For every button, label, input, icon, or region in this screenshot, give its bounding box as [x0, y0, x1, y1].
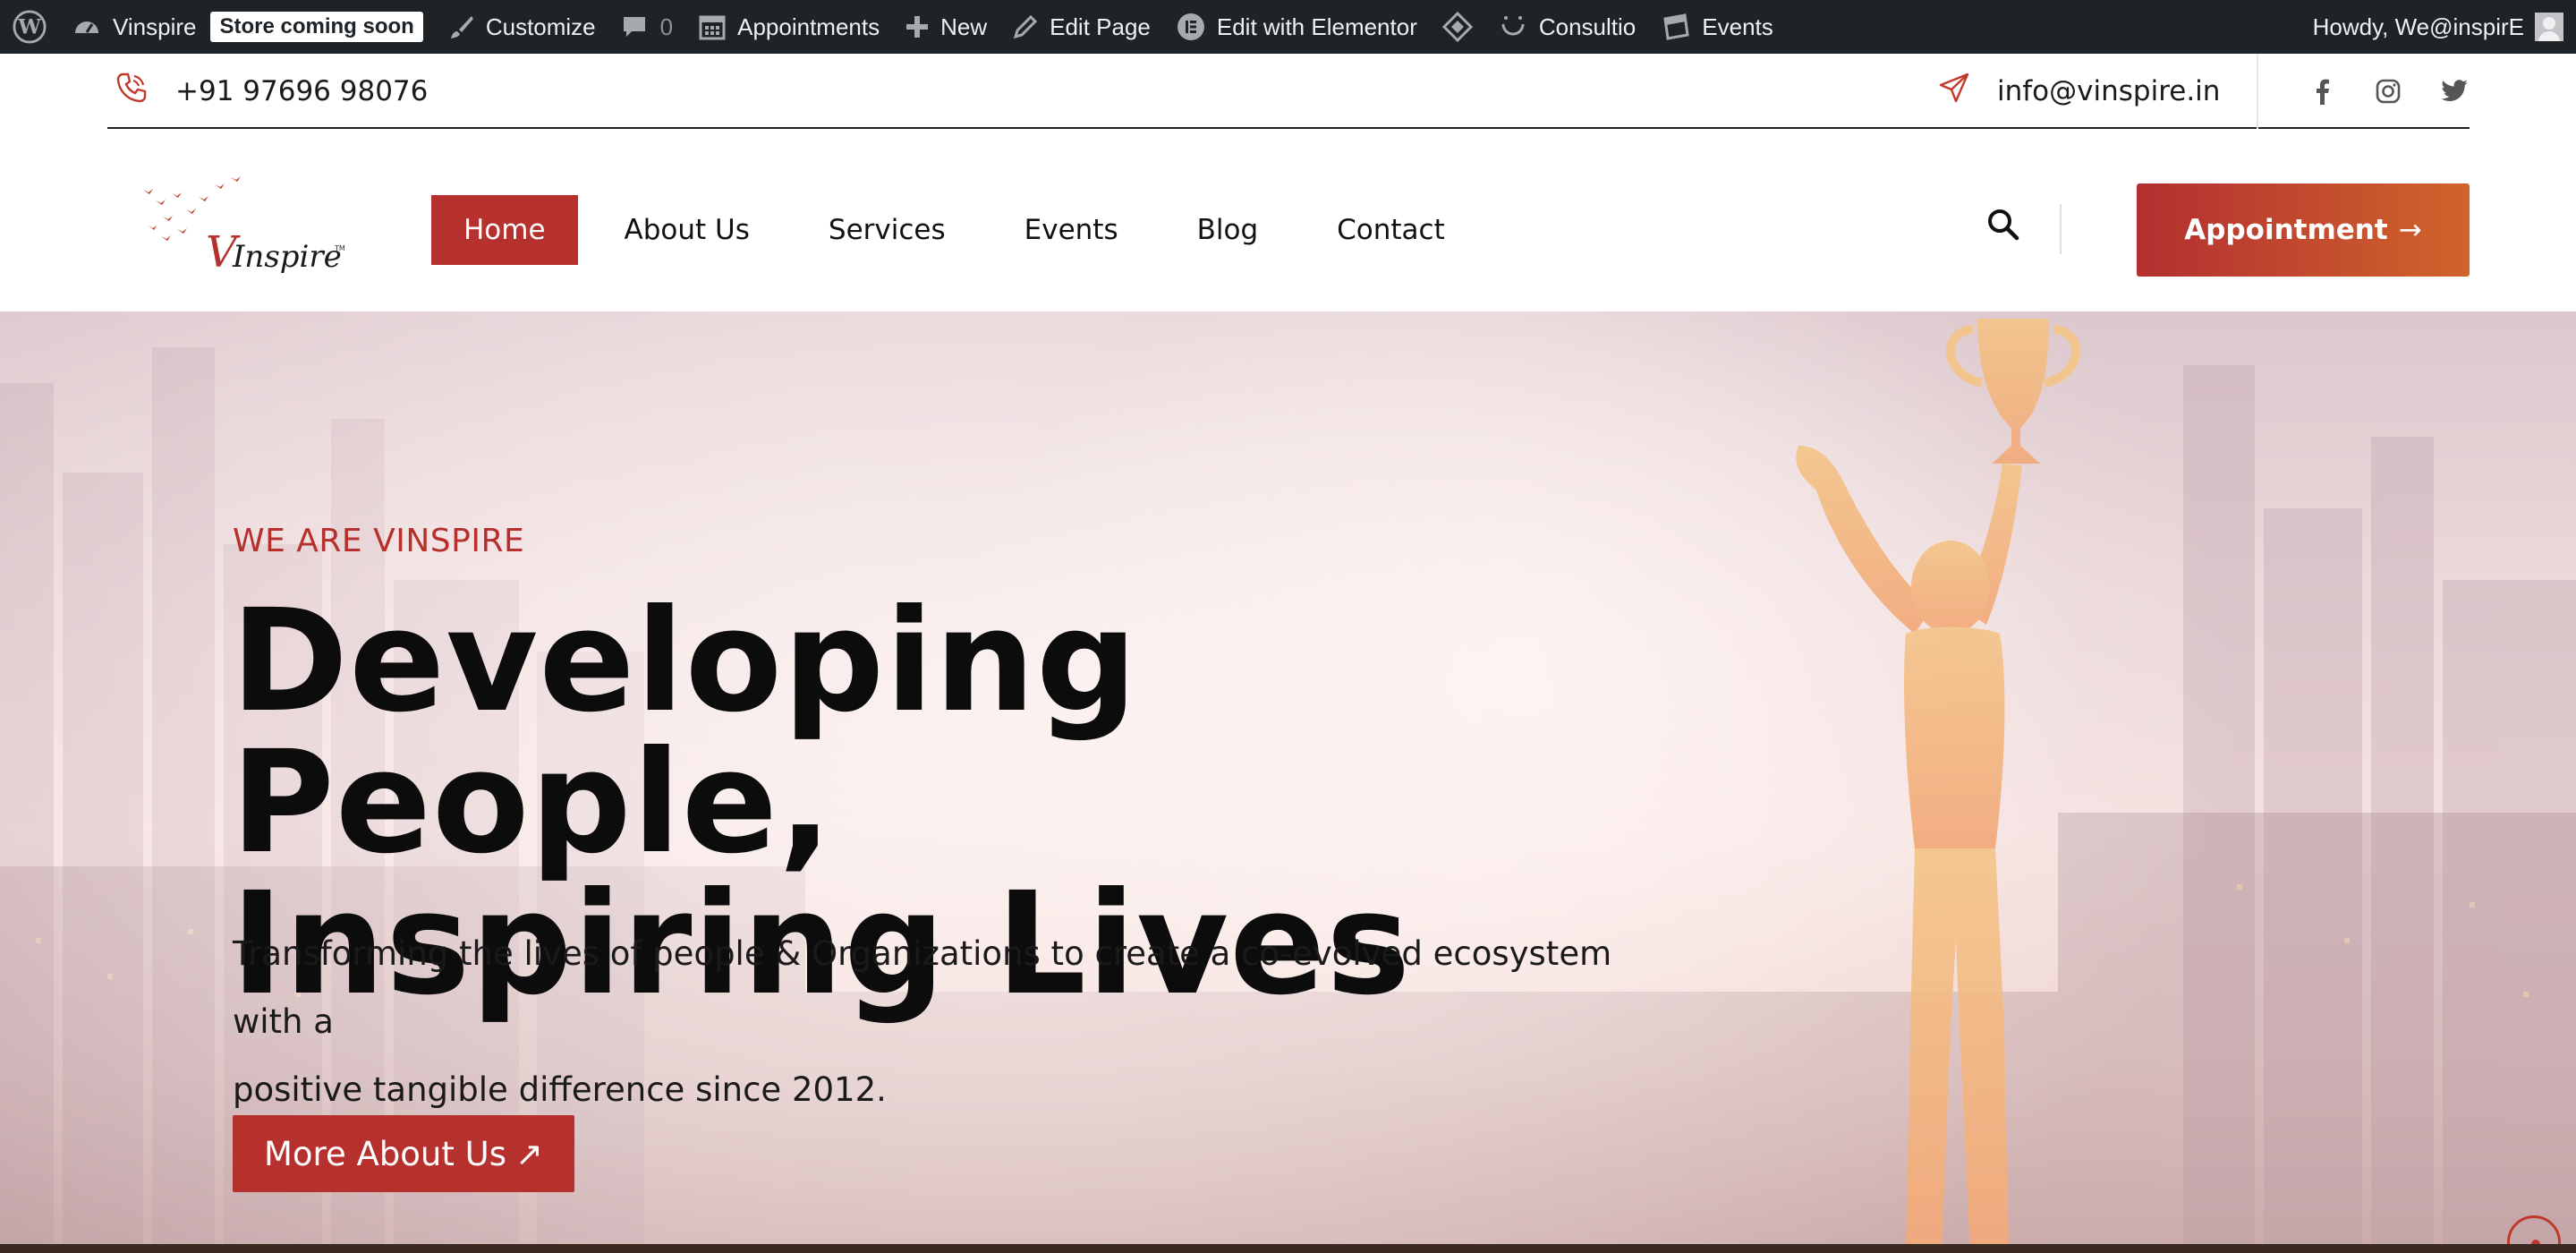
smile-icon [1498, 12, 1528, 42]
hero-eyebrow: WE ARE VINSPIRE [233, 523, 525, 559]
customize-label: Customize [485, 13, 596, 40]
admin-bar: W Vinspire Store coming soon Customize 0… [0, 0, 2576, 54]
appointments-label: Appointments [737, 13, 880, 40]
nav-events[interactable]: Events [992, 195, 1151, 265]
social-links [2271, 54, 2470, 129]
svg-text:W: W [17, 16, 41, 39]
diamond-icon [1441, 12, 1473, 42]
nav-blog[interactable]: Blog [1165, 195, 1291, 265]
nav-home[interactable]: Home [431, 195, 578, 265]
site-logo[interactable]: V Inspire TM [136, 174, 351, 281]
wordpress-icon: W [13, 10, 47, 44]
more-about-us-button[interactable]: More About Us ↗ [233, 1115, 574, 1192]
hero-title-line-1: Developing People, [231, 579, 1139, 885]
top-info-bar: +91 97696 98076 info@vinspire.in [107, 54, 2470, 129]
appointment-button[interactable]: Appointment → [2137, 183, 2470, 277]
nav-contact[interactable]: Contact [1305, 195, 1477, 265]
arrow-right-icon: → [2398, 214, 2422, 246]
trophy-silhouette-image [1796, 319, 2080, 1253]
dashboard-icon [72, 12, 102, 42]
phone-icon [115, 71, 149, 112]
appointments-link[interactable]: Appointments [685, 0, 892, 54]
consultio-menu[interactable]: Consultio [1485, 0, 1648, 54]
events-label: Events [1702, 13, 1773, 40]
edit-with-elementor-link[interactable]: Edit with Elementor [1163, 0, 1430, 54]
header-divider [2060, 204, 2062, 254]
nav-about-us[interactable]: About Us [592, 195, 782, 265]
howdy-text: Howdy, We@inspirE [2312, 13, 2524, 40]
my-account-menu[interactable]: Howdy, We@inspirE [2313, 0, 2563, 54]
email-contact[interactable]: info@vinspire.in [1938, 54, 2220, 129]
email-address: info@vinspire.in [1997, 75, 2221, 107]
arrow-up-right-icon: ↗ [514, 1134, 543, 1173]
edit-page-link[interactable]: Edit Page [999, 0, 1163, 54]
pencil-icon [1012, 13, 1039, 40]
hero-subtitle: Transforming the lives of people & Organ… [233, 920, 1664, 1124]
new-content-menu[interactable]: New [892, 0, 999, 54]
plus-icon [905, 14, 930, 39]
appointment-label: Appointment [2184, 214, 2388, 246]
phone-number: +91 97696 98076 [175, 75, 429, 107]
edit-with-elementor-label: Edit with Elementor [1216, 13, 1417, 40]
comments-link[interactable]: 0 [608, 0, 685, 54]
edit-page-label: Edit Page [1050, 13, 1151, 40]
avatar [2535, 13, 2563, 41]
comments-count: 0 [659, 13, 674, 40]
hero-subtitle-line-2: positive tangible difference since 2012. [233, 1070, 887, 1109]
send-icon [1938, 72, 1970, 111]
site-name: Vinspire [113, 13, 197, 40]
calendar-icon [698, 13, 727, 41]
phone-contact[interactable]: +91 97696 98076 [115, 54, 428, 129]
hero-bottom-strip [0, 1244, 2576, 1253]
diamond-menu[interactable] [1430, 0, 1485, 54]
customize-link[interactable]: Customize [436, 0, 608, 54]
events-icon [1661, 12, 1691, 42]
hero-section: WE ARE VINSPIRE Developing People, Inspi… [0, 311, 2576, 1253]
facebook-icon[interactable] [2307, 76, 2337, 107]
logo-wordmark: Inspire [232, 239, 342, 275]
brush-icon [448, 13, 475, 40]
search-button[interactable] [1981, 204, 2026, 249]
events-menu[interactable]: Events [1648, 0, 1786, 54]
topbar-divider [2257, 54, 2258, 129]
store-coming-soon-badge[interactable]: Store coming soon [210, 12, 423, 42]
comment-icon [621, 13, 648, 40]
more-about-us-label: More About Us [263, 1134, 506, 1173]
consultio-label: Consultio [1538, 13, 1637, 40]
new-label: New [940, 13, 988, 40]
site-header: V Inspire TM Home About Us Services Even… [0, 131, 2576, 311]
search-icon [1986, 208, 2020, 245]
twitter-icon[interactable] [2439, 76, 2470, 107]
site-name-menu[interactable]: Vinspire Store coming soon [59, 0, 436, 54]
primary-nav: Home About Us Services Events Blog Conta… [431, 195, 1492, 265]
nav-services[interactable]: Services [796, 195, 978, 265]
logo-tm: TM [334, 244, 345, 252]
instagram-icon[interactable] [2373, 76, 2403, 107]
elementor-icon [1176, 12, 1206, 42]
hero-subtitle-line-1: Transforming the lives of people & Organ… [233, 934, 1612, 1041]
wordpress-menu[interactable]: W [0, 0, 59, 54]
